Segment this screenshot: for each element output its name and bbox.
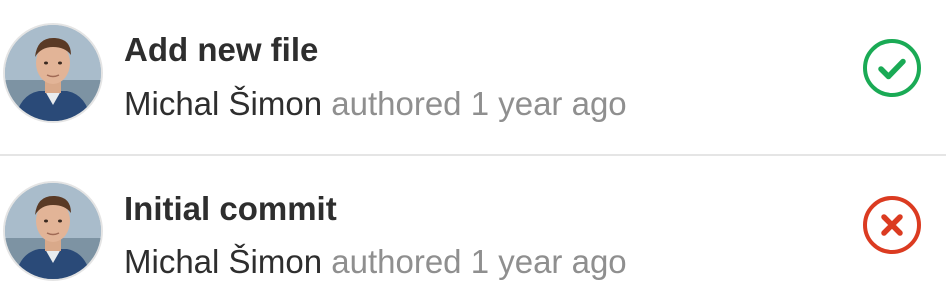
commit-row: Initial commit Michal Šimon authored 1 y…	[0, 157, 946, 298]
commit-row: Add new file Michal Šimon authored 1 yea…	[0, 0, 946, 155]
commit-time: 1 year ago	[470, 85, 627, 122]
avatar[interactable]	[3, 23, 103, 123]
commit-title[interactable]: Initial commit	[124, 189, 337, 229]
check-circle-icon[interactable]	[862, 38, 922, 98]
authored-label: authored	[331, 243, 462, 280]
commit-list: Add new file Michal Šimon authored 1 yea…	[0, 0, 946, 298]
author-name[interactable]: Michal Šimon	[124, 85, 322, 122]
commit-meta: Michal Šimon authored 1 year ago	[124, 240, 627, 284]
x-circle-icon[interactable]	[862, 195, 922, 255]
authored-label: authored	[331, 85, 462, 122]
commit-meta: Michal Šimon authored 1 year ago	[124, 82, 627, 126]
author-name[interactable]: Michal Šimon	[124, 243, 322, 280]
commit-title[interactable]: Add new file	[124, 30, 318, 70]
commit-time: 1 year ago	[470, 243, 627, 280]
avatar[interactable]	[3, 181, 103, 281]
divider	[0, 154, 946, 156]
